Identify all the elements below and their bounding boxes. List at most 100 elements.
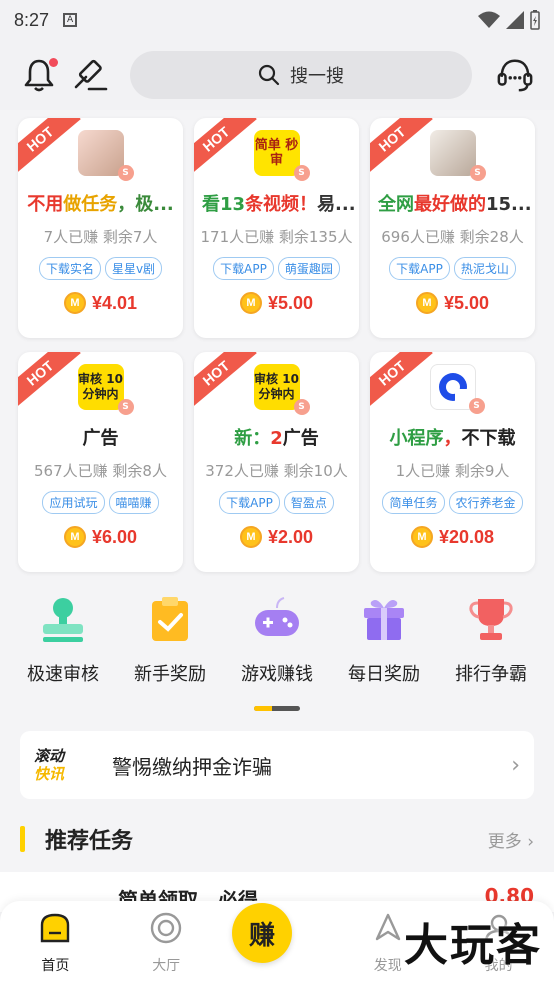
task-tag: 下载APP [389, 257, 450, 280]
news-logo: 滚动 快讯 [34, 747, 84, 783]
task-tag: 简单任务 [382, 491, 445, 514]
compass-icon [375, 913, 400, 941]
shortcut-daily-reward[interactable]: 每日奖励 [331, 594, 437, 686]
gamepad-icon [255, 597, 299, 636]
task-tags: 下载APP 智盈点 [194, 491, 359, 514]
task-title-part: 看13 [202, 194, 246, 215]
task-tag: 农行养老金 [448, 491, 523, 514]
news-text: 警惕缴纳押金诈骗 [112, 754, 272, 779]
tab-label: 首页 [41, 958, 70, 974]
task-title: 广告 [18, 424, 183, 450]
search-bar[interactable]: 搜一搜 [130, 51, 472, 99]
signal-icon [506, 11, 524, 29]
hot-ribbon: HOT [194, 352, 257, 410]
task-title: 新：2广告 [194, 424, 359, 450]
thumbnail-text: 简单 秒审 [254, 138, 299, 168]
task-price: ¥20.08 [438, 526, 495, 547]
shortcut-label: 新手奖励 [134, 664, 206, 685]
task-tag: 下载APP [213, 257, 274, 280]
task-title-part: 广告 [282, 428, 319, 449]
task-reward: M ¥5.00 [370, 292, 535, 314]
news-logo-top: 滚动 [34, 747, 65, 765]
task-tags: 下载APP 热泥戈山 [370, 257, 535, 280]
auction-button[interactable] [72, 56, 110, 94]
task-tag: 热泥戈山 [453, 257, 516, 280]
task-stats: 372人已赚 剩余10人 [205, 462, 348, 480]
task-card[interactable]: HOT S 不用做任务，极... 7人已赚 剩余7人 下载实名 星星v剧 M ¥4.01 [18, 118, 183, 338]
task-title-part: 不用 [27, 194, 64, 215]
platform-badge: S [293, 399, 310, 415]
status-time: 8:27 [14, 9, 50, 30]
hot-ribbon: HOT [370, 118, 433, 176]
task-title-part: 最好做的 [414, 194, 486, 215]
coin-icon: M [410, 526, 433, 548]
task-reward: M ¥20.08 [370, 526, 535, 548]
task-tags: 下载APP 萌蛋趣园 [194, 257, 359, 280]
unread-dot [49, 58, 58, 67]
tab-hall[interactable]: 大厅 [121, 911, 211, 975]
task-title: 小程序，不下载 [370, 424, 535, 450]
task-thumbnail: S [77, 130, 134, 181]
thumbnail-text: 审核 10分钟内 [78, 372, 123, 401]
task-card[interactable]: HOT 审核 10分钟内 S 广告 567人已赚 剩余8人 应用试玩 喵喵赚 M ¥6.00 [18, 352, 183, 572]
task-tag: 下载APP [219, 491, 280, 514]
customer-service-button[interactable] [496, 56, 534, 94]
search-icon [258, 64, 280, 86]
tab-home[interactable]: 首页 [10, 911, 100, 975]
task-stats: 7人已赚 剩余7人 [43, 228, 158, 246]
shortcut-row: 极速审核 新手奖励 游戏赚钱 每日奖励 排行争霸 [0, 594, 554, 686]
task-title-part: 做任务 [63, 194, 118, 215]
shortcut-label: 排行争霸 [455, 664, 527, 685]
task-title-part: 15... [486, 194, 532, 215]
hot-ribbon: HOT [194, 118, 257, 176]
task-tags: 应用试玩 喵喵赚 [18, 491, 183, 514]
coin-icon: M [415, 292, 438, 314]
stamp-icon [43, 598, 83, 642]
task-title-part: ，极... [117, 194, 174, 215]
notification-button[interactable] [20, 56, 58, 94]
task-tags: 下载实名 星星v剧 [18, 257, 183, 280]
section-bar [20, 826, 25, 852]
section-title: 推荐任务 [45, 829, 134, 854]
task-price: ¥5.00 [443, 292, 490, 313]
task-card[interactable]: HOT S 小程序，不下载 1人已赚 剩余9人 简单任务 农行养老金 M ¥20.08 [370, 352, 535, 572]
news-logo-bottom: 快讯 [34, 765, 65, 783]
battery-icon [530, 10, 540, 30]
shortcut-label: 每日奖励 [348, 664, 420, 685]
more-link[interactable]: 更多 › [488, 827, 534, 852]
task-card[interactable]: HOT 简单 秒审 S 看13条视频！易... 171人已赚 剩余135人 下载APP 萌蛋… [194, 118, 359, 338]
task-card[interactable]: HOT S 全网最好做的15... 696人已赚 剩余28人 下载APP 热泥戈山 M ¥5.… [370, 118, 535, 338]
platform-badge: S [117, 165, 134, 181]
task-title: 看13条视频！易... [194, 190, 359, 216]
task-title-part: 2 [270, 428, 283, 449]
wifi-icon [478, 11, 500, 28]
shortcut-label: 极速审核 [27, 664, 99, 685]
gavel-icon [74, 59, 108, 91]
task-reward: M ¥6.00 [18, 526, 183, 548]
shortcut-newbie-reward[interactable]: 新手奖励 [117, 594, 223, 686]
hot-ribbon: HOT [18, 352, 81, 410]
news-ticker[interactable]: 滚动 快讯 警惕缴纳押金诈骗 › [20, 731, 534, 799]
shortcut-ranking[interactable]: 排行争霸 [438, 594, 544, 686]
coin-icon: M [239, 526, 262, 548]
task-stats: 1人已赚 剩余9人 [395, 462, 510, 480]
tab-earn[interactable]: 赚 [231, 903, 322, 975]
shortcut-label: 游戏赚钱 [241, 664, 313, 685]
target-icon [150, 912, 182, 944]
platform-badge: S [468, 398, 485, 414]
task-title-part: 条视频！ [245, 194, 318, 215]
task-title-part: 广告 [82, 428, 119, 449]
task-reward: M ¥5.00 [194, 292, 359, 314]
thumbnail-text: 审核 10分钟内 [254, 372, 299, 401]
gift-icon [364, 600, 404, 640]
task-card[interactable]: HOT 审核 10分钟内 S 新：2广告 372人已赚 剩余10人下载APP 智盈点 M ¥2… [194, 352, 359, 572]
shortcut-game-earn[interactable]: 游戏赚钱 [224, 594, 330, 686]
task-stats: 567人已赚 剩余8人 [34, 462, 167, 480]
task-tag: 智盈点 [283, 491, 334, 514]
task-title-part: 小程序 [389, 428, 444, 449]
shortcut-fast-review[interactable]: 极速审核 [10, 594, 116, 686]
earn-button: 赚 [231, 903, 292, 963]
page-indicator [254, 706, 300, 711]
coin-icon: M [239, 292, 262, 314]
task-reward: M ¥2.00 [194, 526, 359, 548]
